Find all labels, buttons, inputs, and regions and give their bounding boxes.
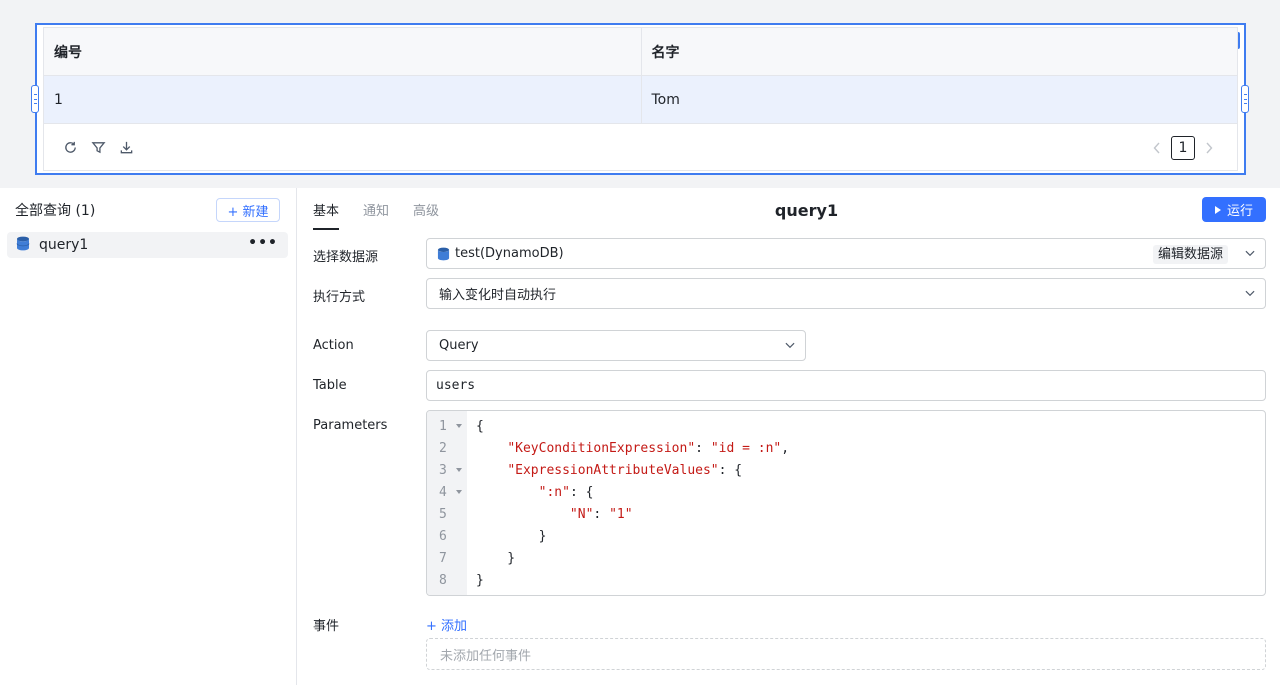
action-select[interactable]: Query [426,330,806,361]
table-input[interactable]: users [426,370,1266,401]
table-cell: Tom [640,76,1238,123]
code-line: } [476,528,547,544]
page-number-current[interactable]: 1 [1171,136,1195,160]
chevron-right-icon[interactable] [1203,140,1215,156]
database-icon [16,236,30,255]
events-label: 事件 [313,619,340,634]
parameters-label: Parameters [313,418,388,433]
line-number: 8 [439,572,447,588]
pagination: 1 [1151,136,1215,160]
column-header-name[interactable]: 名字 [640,28,1238,75]
data-table: 编号 名字 1 Tom 1 [43,27,1238,171]
app-canvas: ⠿ table1 编号 名字 1 Tom [0,0,1280,188]
run-button-label: 运行 [1226,204,1253,219]
datasource-label: 选择数据源 [313,250,379,265]
chevron-down-icon [1245,249,1255,259]
line-number: 7 [439,550,447,566]
code-line: "KeyConditionExpression": "id = :n", [507,440,790,456]
line-number: 4 [427,481,467,503]
exec-mode-select[interactable]: 输入变化时自动执行 [426,278,1266,309]
chevron-down-icon [785,341,795,351]
new-query-button[interactable]: + 新建 [216,198,280,222]
table-footer: 1 [44,124,1237,170]
refresh-icon[interactable] [62,139,78,155]
column-header-id[interactable]: 编号 [44,28,641,75]
datasource-select[interactable]: test(DynamoDB) 编辑数据源 [426,238,1266,269]
code-lines: { "KeyConditionExpression": "id = :n", "… [467,411,789,595]
query-list-item[interactable]: query1 ••• [7,232,288,258]
database-icon [437,247,450,261]
table-label: Table [313,378,347,393]
add-event-link[interactable]: + 添加 [426,615,467,634]
exec-mode-label: 执行方式 [313,290,366,305]
query-list-header: 全部查询 (1) + 新建 [0,188,296,232]
table-header-row: 编号 名字 [44,28,1237,76]
download-icon[interactable] [118,139,134,155]
line-number: 2 [439,440,447,456]
datasource-value: test(DynamoDB) [455,246,564,261]
chevron-left-icon[interactable] [1151,140,1163,156]
table-cell: 1 [54,91,63,108]
chevron-down-icon [1245,289,1255,299]
table-input-value: users [436,378,476,393]
resize-handle-right[interactable] [1241,85,1249,113]
query-list-title: 全部查询 (1) [15,203,96,219]
code-gutter: 1 2 3 4 5 6 7 8 [427,411,467,595]
page-title: query1 [774,201,839,220]
edit-datasource-button[interactable]: 编辑数据源 [1152,245,1228,264]
filter-icon[interactable] [90,139,106,155]
query-list-panel: 全部查询 (1) + 新建 query1 ••• [0,188,297,685]
table-row[interactable]: 1 Tom [44,76,1237,124]
exec-mode-value: 输入变化时自动执行 [439,288,557,303]
run-button[interactable]: 运行 [1202,197,1266,222]
line-number: 3 [427,459,467,481]
more-options-icon[interactable]: ••• [248,235,278,251]
resize-handle-left[interactable] [31,85,39,113]
line-number: 6 [439,528,447,544]
parameters-code-editor[interactable]: 1 2 3 4 5 6 7 8 { "KeyConditionExpressio… [426,410,1266,596]
query-editor-panel: 基本 通知 高级 query1 运行 选择数据源 test(DynamoDB) … [297,188,1280,685]
line-number: 1 [427,415,467,437]
code-line: } [476,550,516,566]
fold-arrow-icon[interactable] [456,424,462,428]
query-name: query1 [39,237,89,253]
play-icon [1214,205,1221,214]
action-label: Action [313,338,354,353]
events-empty-placeholder: 未添加任何事件 [426,638,1266,670]
code-line: { [476,418,484,434]
code-line: } [476,572,484,588]
line-number: 5 [439,506,447,522]
fold-arrow-icon[interactable] [456,490,462,494]
fold-arrow-icon[interactable] [456,468,462,472]
code-line: "ExpressionAttributeValues": { [507,462,743,478]
code-line: "N": "1" [569,506,633,522]
code-line: ":n": { [538,484,594,500]
action-value: Query [439,338,479,353]
